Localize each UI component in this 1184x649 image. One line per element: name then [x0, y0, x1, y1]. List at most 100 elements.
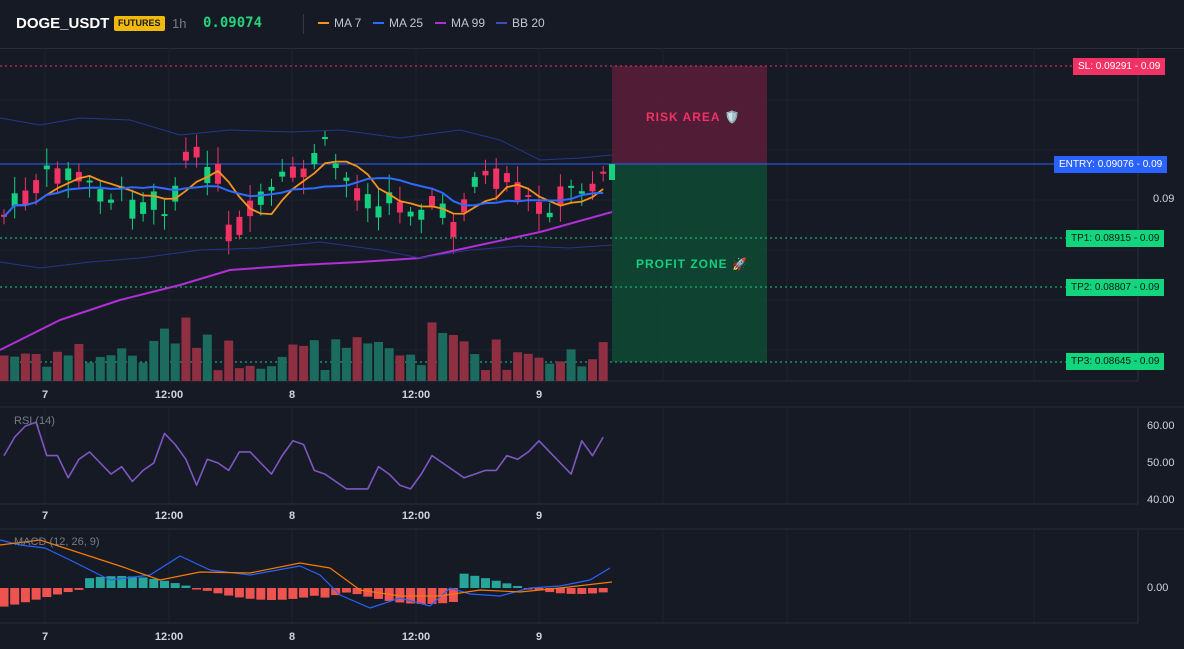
candle-body [129, 199, 136, 219]
legend-ma99[interactable]: MA 99 [435, 16, 485, 30]
candle-body [300, 168, 307, 178]
legend-ma7[interactable]: MA 7 [318, 16, 361, 30]
take-profit-2-label: TP2: 0.08807 - 0.09 [1066, 279, 1165, 296]
volume-bar [299, 345, 309, 381]
time-label: 8 [288, 389, 296, 401]
macd-histogram-bar [577, 588, 587, 594]
volume-bar [0, 355, 9, 381]
chart-header: DOGE_USDT FUTURES 1h 0.09074 MA 7 MA 25 … [0, 0, 1184, 49]
profit-zone-label: PROFIT ZONE 🚀 [636, 257, 748, 271]
macd-histogram-bar [267, 588, 276, 600]
volume-bar [352, 337, 362, 381]
time-label: 12:00 [154, 510, 184, 522]
macd-histogram-bar [181, 585, 191, 588]
timeframe-selector[interactable]: 1h [172, 16, 186, 31]
candle-body [22, 190, 29, 206]
time-label: 12:00 [401, 510, 431, 522]
candle-body [289, 166, 296, 178]
candle-body [429, 196, 435, 206]
volume-bar [470, 354, 480, 381]
macd-histogram-bar [42, 588, 52, 598]
rsi-tick: 60.00 [1147, 420, 1175, 432]
volume-bar [331, 339, 341, 381]
candle-body [257, 191, 264, 205]
symbol-name[interactable]: DOGE_USDT [16, 15, 109, 32]
ma25-swatch-icon [373, 22, 384, 24]
macd-histogram-bar [95, 576, 105, 588]
volume-bar [63, 355, 73, 381]
volume-bar [555, 361, 565, 381]
price-chart[interactable] [0, 48, 1184, 408]
time-label: 12:00 [154, 631, 184, 643]
volume-bar [160, 328, 169, 381]
volume-bar [459, 341, 469, 381]
macd-histogram-bar [588, 588, 597, 594]
volume-bar [74, 343, 84, 381]
volume-bar [513, 352, 523, 381]
volume-bar [149, 340, 159, 381]
volume-bar [192, 347, 202, 381]
volume-bar [566, 349, 576, 381]
candle-body [503, 173, 510, 183]
legend-ma25[interactable]: MA 25 [373, 16, 423, 30]
candle-body [97, 189, 104, 202]
time-label: 12:00 [401, 389, 431, 401]
macd-histogram-bar [0, 588, 9, 607]
header-divider [303, 14, 304, 34]
ma99-swatch-icon [435, 22, 446, 24]
candle-body [65, 168, 72, 181]
volume-bar [277, 356, 287, 381]
macd-histogram-bar [256, 588, 266, 600]
macd-histogram-bar [20, 588, 30, 603]
volume-bar [534, 357, 544, 381]
candle-body [482, 170, 489, 176]
legend-bb20[interactable]: BB 20 [496, 16, 545, 30]
candle-body [600, 171, 607, 174]
macd-histogram-bar [245, 588, 255, 599]
volume-bar [588, 359, 597, 381]
candle-body [332, 163, 339, 169]
macd-histogram-bar [149, 578, 159, 588]
macd-histogram-bar [363, 588, 373, 597]
legend-ma7-label: MA 7 [334, 16, 362, 30]
volume-bar [138, 362, 148, 381]
candle-body [182, 151, 189, 161]
macd-histogram-bar [299, 588, 309, 598]
macd-histogram-bar [309, 588, 319, 596]
macd-histogram-bar [234, 588, 244, 598]
candle-body [43, 165, 50, 170]
risk-area-label: RISK AREA 🛡️ [646, 110, 741, 124]
volume-bar [181, 317, 191, 381]
take-profit-1-label: TP1: 0.08915 - 0.09 [1066, 230, 1165, 247]
macd-histogram-bar [277, 588, 287, 600]
candle-body [493, 168, 500, 189]
candle-body [236, 216, 243, 235]
candle-body [225, 224, 232, 242]
macd-histogram-bar [31, 588, 41, 600]
candle-body [311, 153, 318, 165]
candle-body [279, 171, 286, 177]
volume-bar [267, 366, 276, 381]
macd-histogram-bar [138, 577, 148, 588]
candle-body [609, 164, 615, 180]
rsi-tick: 50.00 [1147, 457, 1175, 469]
ma99-line [0, 211, 613, 351]
volume-bar [234, 368, 244, 381]
volume-bar [363, 343, 373, 381]
volume-bar [416, 365, 426, 381]
macd-histogram-bar [85, 578, 95, 588]
macd-label: MACD (12, 26, 9) [14, 536, 100, 548]
volume-bar [341, 347, 351, 381]
time-label: 9 [535, 631, 543, 643]
candle-body [536, 201, 542, 214]
volume-bar [202, 334, 212, 381]
candle-body [108, 199, 114, 203]
volume-bar [224, 340, 234, 381]
macd-histogram-bar [202, 588, 212, 591]
macd-line [0, 539, 611, 609]
volume-bar [213, 370, 223, 381]
macd-histogram-bar [481, 578, 490, 588]
macd-histogram-bar [320, 588, 330, 598]
entry-price-label: ENTRY: 0.09076 - 0.09 [1054, 156, 1168, 173]
candle-body [354, 188, 361, 201]
